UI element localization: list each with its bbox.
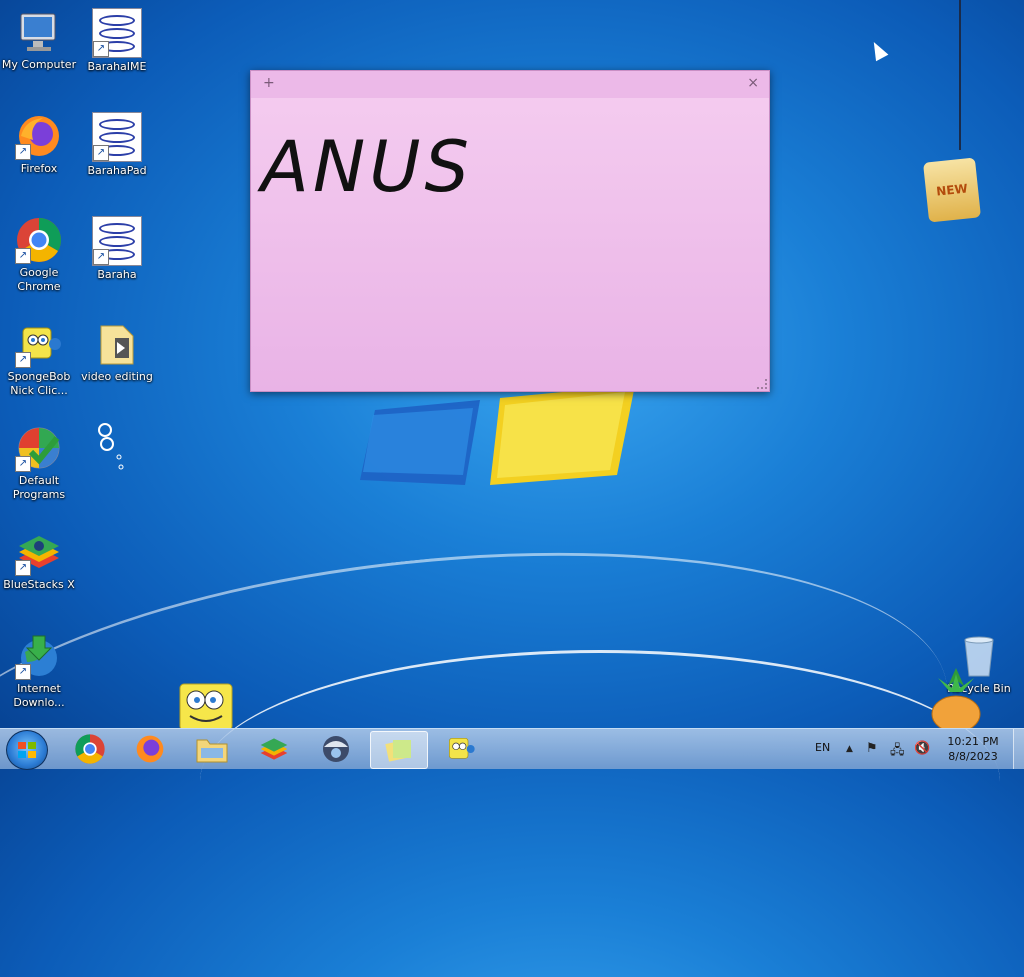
shortcut-arrow-icon: ↗ xyxy=(15,560,31,576)
shortcut-arrow-icon: ↗ xyxy=(93,41,109,57)
pineapple-icon xyxy=(931,668,981,728)
firefox-icon: ↗ xyxy=(15,112,63,160)
taskbar: EN ▲ ⚑ 🖧 🔇 10:21 PM 8/8/2023 xyxy=(0,728,1024,770)
desktop-icon-label: Baraha xyxy=(97,268,137,281)
taskbar-spongebob[interactable] xyxy=(432,731,488,767)
desktop-icon-label: video editing xyxy=(81,370,153,383)
desktop-icon-baraha-pad[interactable]: ↗ BarahaPad xyxy=(78,112,156,178)
wallpaper-swoosh xyxy=(200,650,1000,913)
close-note-button[interactable]: × xyxy=(747,75,759,91)
baraha-icon: ↗ xyxy=(92,216,142,266)
taskbar-chrome[interactable] xyxy=(62,731,118,767)
volume-muted-icon[interactable]: 🔇 xyxy=(914,741,930,756)
desktop-icon-video-editing[interactable]: video editing xyxy=(78,320,156,384)
taskbar-media-app[interactable] xyxy=(308,731,364,767)
desktop-icon-label: BlueStacks X xyxy=(3,578,75,591)
gadget-tag-text: NEW xyxy=(935,181,969,199)
desktop-icon-default-programs[interactable]: ↗ Default Programs xyxy=(0,424,78,502)
windows-flag-icon xyxy=(18,742,36,758)
start-button[interactable] xyxy=(6,730,48,770)
baraha-icon: ↗ xyxy=(92,8,142,58)
desktop-icon-label: SpongeBob Nick Clic... xyxy=(7,370,71,397)
desktop-icon-label: Internet Downlo... xyxy=(13,682,65,709)
add-note-button[interactable]: + xyxy=(263,75,275,91)
clock[interactable]: 10:21 PM 8/8/2023 xyxy=(940,734,1006,764)
desktop-icon-firefox[interactable]: ↗ Firefox xyxy=(0,112,78,176)
spongebob-decoration-icon xyxy=(179,683,233,728)
shortcut-arrow-icon: ↗ xyxy=(15,352,31,368)
desktop-icon-label: BarahaPad xyxy=(87,164,147,177)
show-desktop-button[interactable] xyxy=(1013,729,1024,769)
network-icon[interactable]: 🖧 xyxy=(890,741,905,763)
desktop-icon-baraha-ime[interactable]: ↗ BarahaIME xyxy=(78,8,156,74)
mouse-cursor-icon xyxy=(867,38,889,62)
clock-date: 8/8/2023 xyxy=(948,750,998,763)
taskbar-explorer[interactable] xyxy=(184,731,240,767)
desktop-icon-label: Google Chrome xyxy=(17,266,61,293)
shortcut-arrow-icon: ↗ xyxy=(15,248,31,264)
sticky-note-text[interactable]: ANUS xyxy=(261,126,473,208)
folder-icon xyxy=(196,739,228,763)
taskbar-firefox[interactable] xyxy=(122,731,178,767)
desktop-icon-label: Firefox xyxy=(20,162,58,175)
desktop-icon-label: Default Programs xyxy=(12,474,66,501)
shortcut-arrow-icon: ↗ xyxy=(15,144,31,160)
baraha-icon: ↗ xyxy=(92,112,142,162)
media-app-icon xyxy=(323,736,349,762)
desktop-icon-label: BarahaIME xyxy=(87,60,147,73)
desktop-icon-spongebob[interactable]: ↗ SpongeBob Nick Clic... xyxy=(0,320,78,398)
sticky-note-title-bar[interactable]: + × xyxy=(251,71,769,98)
desktop-icon-my-computer[interactable]: My Computer xyxy=(0,8,78,72)
gadget-string xyxy=(959,0,961,150)
chrome-icon xyxy=(75,734,105,764)
spongebob-icon xyxy=(449,738,475,759)
action-center-flag-icon[interactable]: ⚑ xyxy=(866,741,878,756)
spongebob-icon: ↗ xyxy=(15,320,63,368)
shortcut-arrow-icon: ↗ xyxy=(15,664,31,680)
sticky-note[interactable]: + × ANUS xyxy=(250,70,770,392)
firefox-icon xyxy=(136,735,164,763)
show-hidden-icons-icon[interactable]: ▲ xyxy=(846,744,853,754)
desktop-icon-label: My Computer xyxy=(1,58,77,71)
bluestacks-icon xyxy=(260,738,288,760)
resize-grip-icon[interactable] xyxy=(757,379,767,389)
default-programs-icon: ↗ xyxy=(15,424,63,472)
desktop-icon-internet-download[interactable]: ↗ Internet Downlo... xyxy=(0,632,78,710)
desktop-icon-google-chrome[interactable]: ↗ Google Chrome xyxy=(0,216,78,294)
computer-icon xyxy=(15,8,63,56)
taskbar-bluestacks[interactable] xyxy=(246,731,302,767)
shortcut-arrow-icon: ↗ xyxy=(15,456,31,472)
desktop-icon-bluestacks[interactable]: ↗ BlueStacks X xyxy=(0,528,78,592)
bubbles-icon xyxy=(98,423,124,470)
new-tag-gadget[interactable]: NEW xyxy=(923,157,981,223)
shortcut-arrow-icon: ↗ xyxy=(93,249,109,265)
taskbar-sticky-notes[interactable] xyxy=(370,731,428,769)
windows-logo xyxy=(360,385,635,485)
globe-download-icon: ↗ xyxy=(15,632,63,680)
language-indicator[interactable]: EN xyxy=(815,741,830,754)
bluestacks-icon: ↗ xyxy=(15,528,63,576)
sticky-notes-icon xyxy=(385,740,411,762)
clock-time: 10:21 PM xyxy=(947,735,999,748)
shortcut-arrow-icon: ↗ xyxy=(93,145,109,161)
chrome-icon: ↗ xyxy=(15,216,63,264)
desktop-icon-baraha[interactable]: ↗ Baraha xyxy=(78,216,156,282)
folder-icon xyxy=(93,320,141,368)
